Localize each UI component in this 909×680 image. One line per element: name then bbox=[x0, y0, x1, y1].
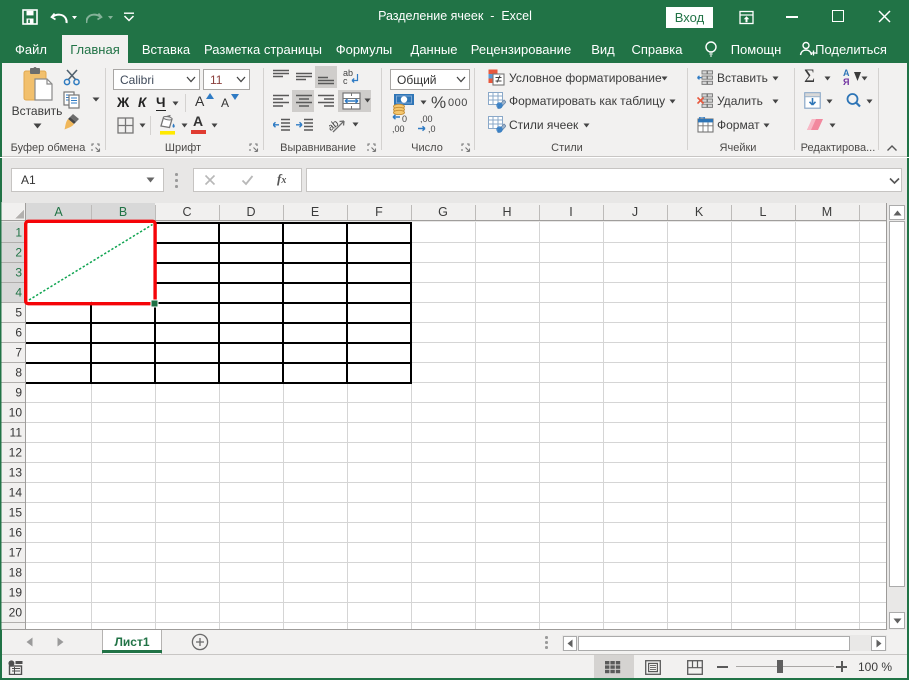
svg-text:20: 20 bbox=[9, 606, 23, 620]
svg-text:10: 10 bbox=[9, 406, 23, 420]
svg-text:18: 18 bbox=[9, 566, 23, 580]
svg-text:M: M bbox=[822, 205, 832, 219]
svg-text:G: G bbox=[438, 205, 448, 219]
svg-text:J: J bbox=[632, 205, 638, 219]
svg-text:1: 1 bbox=[15, 226, 22, 240]
svg-text:17: 17 bbox=[9, 546, 23, 560]
svg-text:11: 11 bbox=[10, 426, 23, 440]
svg-text:19: 19 bbox=[9, 586, 23, 600]
svg-text:16: 16 bbox=[9, 526, 23, 540]
svg-text:0: 0 bbox=[402, 114, 407, 124]
svg-text:E: E bbox=[311, 205, 319, 219]
svg-text:F: F bbox=[375, 205, 383, 219]
svg-text:15: 15 bbox=[9, 506, 23, 520]
svg-text:c: c bbox=[343, 76, 348, 86]
svg-text:,0: ,0 bbox=[428, 124, 436, 134]
svg-text:5: 5 bbox=[15, 306, 22, 320]
svg-text:Я: Я bbox=[843, 77, 849, 86]
svg-text:,00: ,00 bbox=[392, 124, 405, 134]
svg-text:7: 7 bbox=[15, 346, 22, 360]
svg-text:C: C bbox=[182, 205, 191, 219]
svg-text:H: H bbox=[502, 205, 511, 219]
svg-text:2: 2 bbox=[15, 246, 22, 260]
svg-text:K: K bbox=[695, 205, 704, 219]
svg-text:8: 8 bbox=[15, 366, 22, 380]
svg-text:4: 4 bbox=[15, 286, 22, 300]
svg-text:I: I bbox=[569, 205, 572, 219]
svg-text:14: 14 bbox=[9, 486, 23, 500]
svg-text:9: 9 bbox=[15, 386, 22, 400]
svg-text:13: 13 bbox=[9, 466, 23, 480]
svg-text:,00: ,00 bbox=[420, 114, 433, 124]
svg-text:L: L bbox=[760, 205, 767, 219]
svg-text:12: 12 bbox=[9, 446, 23, 460]
svg-text:A: A bbox=[54, 205, 63, 219]
svg-text:B: B bbox=[119, 205, 127, 219]
svg-text:D: D bbox=[246, 205, 255, 219]
svg-text:6: 6 bbox=[15, 326, 22, 340]
svg-text:3: 3 bbox=[15, 266, 22, 280]
